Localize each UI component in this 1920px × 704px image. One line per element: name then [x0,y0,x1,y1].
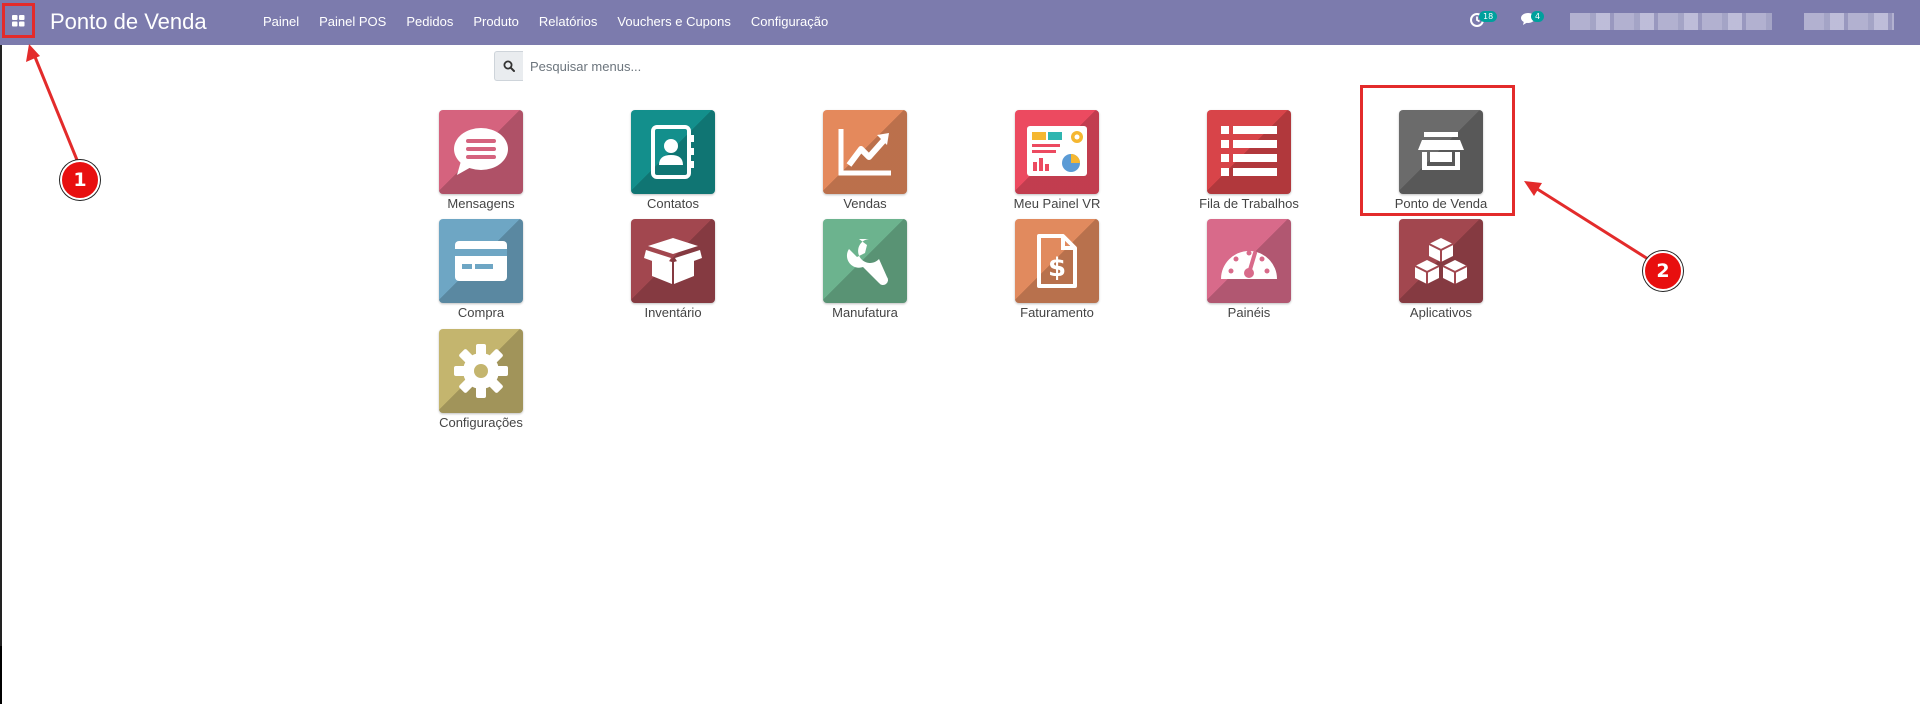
app-label: Vendas [843,196,887,211]
app-tile [631,110,715,194]
app-tile [439,329,523,413]
app-tile [439,110,523,194]
menu-item-relatorios[interactable]: Relatórios [529,0,608,45]
app-tile [631,219,715,303]
app-label: Mensagens [447,196,515,211]
app-label: Compra [457,305,505,320]
app-manufatura[interactable]: Manufatura [805,219,925,320]
menu-item-painel[interactable]: Painel [263,0,309,45]
menu-item-produto[interactable]: Produto [463,0,529,45]
app-contatos[interactable]: Contatos [613,110,733,211]
redacted-company[interactable] [1570,13,1772,30]
app-meu-painel-vr[interactable]: Meu Painel VR [997,110,1117,211]
app-label: Meu Painel VR [1013,196,1101,211]
arrow-head-1-icon [26,44,40,62]
window-left-edge [0,45,2,704]
app-label: Configurações [439,415,523,430]
app-label: Aplicativos [1409,305,1473,320]
menu-item-vouchers-cupons[interactable]: Vouchers e Cupons [607,0,740,45]
app-tile: $ [1015,219,1099,303]
app-tile [1399,219,1483,303]
app-label: Manufatura [832,305,898,320]
app-faturamento[interactable]: $ Faturamento [997,219,1117,320]
app-label: Painéis [1227,305,1271,320]
svg-text:$: $ [1048,253,1066,283]
app-paineis[interactable]: Painéis [1189,219,1309,320]
menu-item-pedidos[interactable]: Pedidos [396,0,463,45]
app-configuracoes[interactable]: Configurações [421,329,541,430]
app-fila-de-trabalhos[interactable]: Fila de Trabalhos [1189,110,1309,211]
main-menu: Painel Painel POS Pedidos Produto Relató… [263,0,838,45]
trend-chart-icon [838,129,891,176]
activity-button[interactable]: 18 [1469,11,1498,30]
apps-menu-button[interactable] [2,3,35,38]
arrow-head-2-icon [1524,181,1542,196]
store-icon [1418,132,1464,170]
app-tile [1015,110,1099,194]
top-navbar: Ponto de Venda Painel Painel POS Pedidos… [0,0,1920,45]
step-marker-2: 2 [1643,251,1683,291]
cubes-icon [1414,238,1468,284]
credit-card-icon [455,241,507,281]
list-icon [1221,126,1277,176]
open-box-icon [644,238,702,284]
wrench-icon [846,239,888,285]
app-tile [823,110,907,194]
menu-item-configuracao[interactable]: Configuração [741,0,838,45]
dashboard-report-icon [1027,126,1087,176]
annotation-arrows [26,44,1649,261]
app-title[interactable]: Ponto de Venda [50,0,207,45]
messages-count-badge: 4 [1531,11,1545,22]
app-label: Inventário [644,305,702,320]
app-label: Faturamento [1020,305,1094,320]
app-tile [1207,219,1291,303]
redacted-user[interactable] [1804,13,1894,30]
app-tile [823,219,907,303]
gear-icon [454,344,508,398]
app-mensagens[interactable]: Mensagens [421,110,541,211]
grid-icon [12,14,25,26]
app-label: Fila de Trabalhos [1199,196,1299,211]
search-input[interactable] [523,51,1143,81]
app-label: Contatos [646,196,700,211]
search-icon[interactable] [494,51,523,81]
app-vendas[interactable]: Vendas [805,110,925,211]
invoice-dollar-icon: $ [1037,234,1077,288]
step-marker-1: 1 [60,160,100,200]
app-tile [1207,110,1291,194]
app-tile [439,219,523,303]
gauge-icon [1221,250,1277,279]
app-compra[interactable]: Compra [421,219,541,320]
address-book-icon [651,125,694,179]
menu-item-painel-pos[interactable]: Painel POS [309,0,396,45]
menu-search [494,51,1194,82]
app-aplicativos[interactable]: Aplicativos [1381,219,1501,320]
window-left-edge-bottom [0,646,2,704]
activity-count-badge: 18 [1479,11,1498,22]
chat-icon [454,128,508,175]
messages-button[interactable]: 4 [1521,11,1545,30]
app-inventario[interactable]: Inventário [613,219,733,320]
